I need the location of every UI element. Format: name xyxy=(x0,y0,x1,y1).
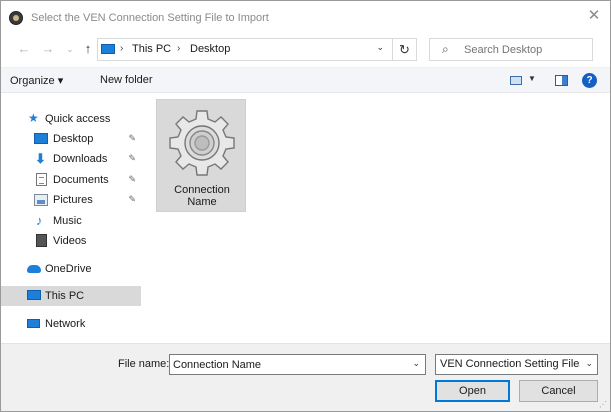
navigation-pane: ★ Quick access Desktop ✎ ⬇ Downloads ✎ D… xyxy=(1,93,142,343)
change-view-icon[interactable] xyxy=(510,76,522,85)
sidebar-item-label: Music xyxy=(53,215,82,227)
pin-icon: ✎ xyxy=(128,133,136,143)
download-icon: ⬇ xyxy=(35,151,46,166)
cloud-icon xyxy=(27,265,41,273)
file-name-combobox[interactable]: ⌄ xyxy=(169,354,426,375)
open-button[interactable]: Open xyxy=(435,380,510,402)
sidebar-item-this-pc[interactable]: This PC xyxy=(1,286,141,306)
computer-icon xyxy=(27,290,41,300)
file-name-line: Connection xyxy=(174,184,230,196)
breadcrumb-desktop[interactable]: Desktop xyxy=(190,43,230,55)
title-bar: Select the VEN Connection Setting File t… xyxy=(1,1,610,34)
sidebar-item-desktop[interactable]: Desktop ✎ xyxy=(1,129,141,149)
file-name-label: Connection Name xyxy=(157,184,247,208)
pin-icon: ✎ xyxy=(128,174,136,184)
sidebar-item-label: Network xyxy=(45,318,86,330)
gear-icon xyxy=(169,110,235,176)
command-bar: Organize ▾ New folder ▼ ? xyxy=(1,67,610,93)
file-type-filter-value: VEN Connection Setting Files (* xyxy=(440,358,580,370)
search-box[interactable]: ⌕ xyxy=(429,38,593,61)
file-list: Connection Name xyxy=(142,93,610,343)
breadcrumb-separator: › xyxy=(120,43,124,54)
file-type-filter-select[interactable]: VEN Connection Setting Files (* ⌄ xyxy=(435,354,598,375)
sidebar-item-onedrive[interactable]: OneDrive xyxy=(1,259,141,279)
sidebar-item-network[interactable]: Network xyxy=(1,314,141,334)
address-bar[interactable]: › This PC › Desktop ⌄ xyxy=(97,38,393,61)
view-options-dropdown-icon[interactable]: ▼ xyxy=(528,74,536,83)
navigation-bar: ← → ⌄ ↑ › This PC › Desktop ⌄ ↻ ⌕ xyxy=(1,35,610,65)
sidebar-item-label: Videos xyxy=(53,235,87,247)
music-icon: ♪ xyxy=(36,213,43,228)
star-icon: ★ xyxy=(28,111,39,125)
cancel-button[interactable]: Cancel xyxy=(519,380,598,402)
desktop-icon xyxy=(34,133,48,144)
address-dropdown-icon[interactable]: ⌄ xyxy=(376,42,384,53)
app-icon xyxy=(9,11,23,25)
refresh-button[interactable]: ↻ xyxy=(393,38,417,61)
resize-grip-icon[interactable]: ⋰ xyxy=(599,400,607,409)
computer-icon xyxy=(101,44,115,54)
document-icon xyxy=(36,173,47,186)
sidebar-item-label: Pictures xyxy=(53,194,93,206)
back-arrow-icon[interactable]: ← xyxy=(15,40,33,58)
recent-locations-chevron-icon[interactable]: ⌄ xyxy=(61,40,79,58)
forward-arrow-icon[interactable]: → xyxy=(39,40,57,58)
sidebar-item-label: Quick access xyxy=(45,113,111,125)
help-icon[interactable]: ? xyxy=(582,73,597,88)
breadcrumb-separator: › xyxy=(177,43,181,54)
up-arrow-icon[interactable]: ↑ xyxy=(79,40,97,58)
file-item[interactable]: Connection Name xyxy=(156,99,246,212)
close-button[interactable]: ✕ xyxy=(582,5,606,27)
pin-icon: ✎ xyxy=(128,153,136,163)
sidebar-item-quick-access[interactable]: ★ Quick access xyxy=(1,109,141,129)
file-name-line: Name xyxy=(187,196,217,208)
sidebar-item-label: Desktop xyxy=(53,133,94,145)
sidebar-item-label: Documents xyxy=(53,174,109,186)
file-open-dialog: Select the VEN Connection Setting File t… xyxy=(0,0,611,412)
sidebar-item-label: Downloads xyxy=(53,153,108,165)
new-folder-button[interactable]: New folder xyxy=(100,74,153,86)
network-icon xyxy=(27,319,40,328)
sidebar-item-downloads[interactable]: ⬇ Downloads ✎ xyxy=(1,149,141,169)
search-icon: ⌕ xyxy=(442,42,449,56)
organize-menu-button[interactable]: Organize ▾ xyxy=(10,74,63,87)
sidebar-item-label: OneDrive xyxy=(45,263,92,275)
file-name-input[interactable] xyxy=(173,356,403,373)
footer-panel: File name: ⌄ VEN Connection Setting File… xyxy=(1,343,610,411)
sidebar-item-music[interactable]: ♪ Music xyxy=(1,211,141,231)
filter-dropdown-icon: ⌄ xyxy=(585,358,593,368)
videos-icon xyxy=(36,234,47,247)
pictures-icon xyxy=(34,194,48,206)
file-name-dropdown-icon[interactable]: ⌄ xyxy=(412,358,420,369)
sidebar-item-videos[interactable]: Videos xyxy=(1,231,141,251)
breadcrumb-this-pc[interactable]: This PC xyxy=(132,43,171,55)
preview-pane-icon[interactable] xyxy=(555,75,568,86)
sidebar-item-pictures[interactable]: Pictures ✎ xyxy=(1,190,141,210)
sidebar-item-documents[interactable]: Documents ✎ xyxy=(1,170,141,190)
search-input[interactable] xyxy=(464,40,588,59)
file-name-label: File name: xyxy=(118,358,170,370)
pin-icon: ✎ xyxy=(128,194,136,204)
dialog-title: Select the VEN Connection Setting File t… xyxy=(31,12,269,24)
sidebar-item-label: This PC xyxy=(45,290,85,302)
